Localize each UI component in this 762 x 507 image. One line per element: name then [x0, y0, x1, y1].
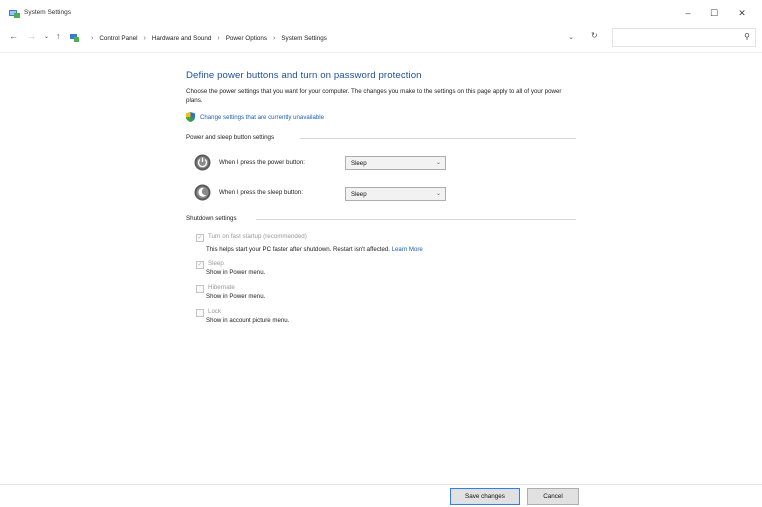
refresh-button[interactable]: ↻: [591, 31, 598, 40]
change-unavailable-settings-link[interactable]: Change settings that are currently unava…: [186, 112, 324, 122]
chevron-down-icon: ⌄: [435, 160, 441, 166]
lock-option-label: Lock: [208, 308, 222, 315]
address-dropdown-button[interactable]: ⌄: [568, 33, 574, 41]
learn-more-link[interactable]: Learn More: [392, 246, 423, 253]
breadcrumb-control-panel[interactable]: Control Panel: [99, 35, 137, 42]
change-unavailable-settings-label: Change settings that are currently unava…: [200, 113, 324, 121]
fast-startup-checkbox-row[interactable]: ✓ Turn on fast startup (recommended): [196, 233, 307, 242]
power-button-label: When I press the power button:: [219, 159, 305, 166]
lock-option-description: Show in account picture menu.: [206, 317, 290, 324]
fast-startup-description-text: This helps start your PC faster after sh…: [206, 246, 390, 253]
breadcrumb-separator: ›: [143, 34, 146, 42]
close-button[interactable]: ✕: [734, 6, 750, 20]
cancel-button[interactable]: Cancel: [527, 488, 579, 505]
power-button-action-select[interactable]: Sleep ⌄: [345, 156, 446, 170]
sleep-option-label: Sleep: [208, 260, 224, 267]
breadcrumb-separator: ›: [217, 34, 220, 42]
sleep-button-icon: [194, 184, 211, 201]
fast-startup-description: This helps start your PC faster after sh…: [206, 246, 423, 253]
power-button-action-value: Sleep: [351, 160, 367, 167]
control-panel-icon: [9, 10, 20, 18]
uac-shield-icon: [186, 112, 195, 122]
hibernate-option-description: Show in Power menu.: [206, 293, 266, 300]
footer-divider: [0, 484, 762, 485]
breadcrumb-separator: ›: [273, 34, 276, 42]
group-divider: [256, 219, 576, 220]
forward-button[interactable]: →: [27, 31, 36, 41]
sleep-button-action-select[interactable]: Sleep ⌄: [345, 187, 446, 201]
window-title: System Settings: [24, 9, 71, 16]
page-description: Choose the power settings that you want …: [186, 88, 562, 104]
control-panel-icon: [70, 34, 79, 42]
shutdown-group-title: Shutdown settings: [186, 215, 237, 222]
up-button[interactable]: ↑: [56, 31, 61, 41]
power-button-icon: [194, 154, 211, 171]
title-bar: System Settings – ☐ ✕: [0, 0, 762, 26]
sleep-checkbox[interactable]: ✓: [196, 261, 204, 269]
fast-startup-label: Turn on fast startup (recommended): [208, 233, 307, 240]
breadcrumb-power-options[interactable]: Power Options: [226, 35, 267, 42]
hibernate-option-label: Hibernate: [208, 284, 235, 291]
lock-checkbox[interactable]: [196, 309, 204, 317]
address-bar[interactable]: › Control Panel › Hardware and Sound › P…: [70, 28, 580, 48]
page-title: Define power buttons and turn on passwor…: [186, 70, 422, 81]
save-changes-button[interactable]: Save changes: [450, 488, 520, 505]
search-icon: ⚲: [744, 32, 750, 41]
hibernate-checkbox[interactable]: [196, 285, 204, 293]
breadcrumb-separator: ›: [91, 34, 94, 42]
sleep-option-description: Show in Power menu.: [206, 269, 266, 276]
search-input[interactable]: ⚲: [612, 28, 756, 47]
divider: [0, 52, 762, 53]
power-buttons-group-title: Power and sleep button settings: [186, 134, 275, 141]
recent-locations-button[interactable]: ⌄: [44, 33, 49, 40]
minimize-button[interactable]: –: [680, 6, 696, 20]
back-button[interactable]: ←: [9, 31, 18, 41]
power-button-row: When I press the power button:: [194, 154, 359, 171]
group-divider: [300, 138, 576, 139]
sleep-button-action-value: Sleep: [351, 191, 367, 198]
breadcrumb-system-settings[interactable]: System Settings: [281, 35, 327, 42]
sleep-checkbox-row[interactable]: ✓ Sleep: [196, 260, 224, 269]
hibernate-checkbox-row[interactable]: Hibernate: [196, 284, 235, 293]
lock-checkbox-row[interactable]: Lock: [196, 308, 221, 317]
sleep-button-row: When I press the sleep button:: [194, 184, 359, 201]
fast-startup-checkbox[interactable]: ✓: [196, 234, 204, 242]
chevron-down-icon: ⌄: [435, 191, 441, 197]
maximize-button[interactable]: ☐: [706, 6, 722, 20]
breadcrumb-hardware-and-sound[interactable]: Hardware and Sound: [152, 35, 212, 42]
sleep-button-label: When I press the sleep button:: [219, 189, 303, 196]
